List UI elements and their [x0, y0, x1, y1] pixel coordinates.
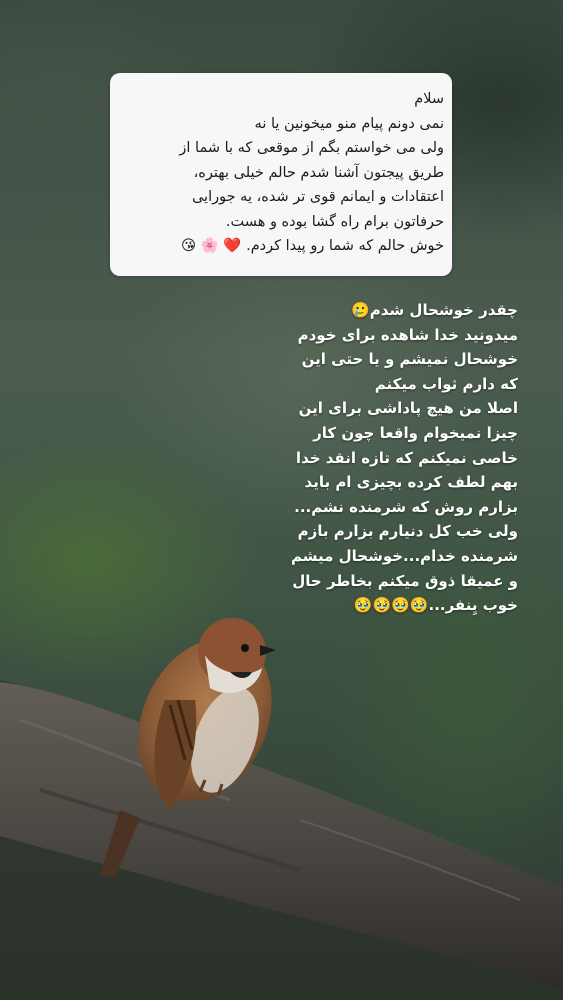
caption-line: بهم لطف کرده بچیزی ام باید — [304, 473, 518, 492]
card-text-line: اعتقادات و ایمانم قوی تر شده، یه جورایی — [191, 189, 444, 205]
caption-line: بزارم روش که شرمنده نشم... — [294, 497, 518, 516]
caption-line: خاصی نمیکنم که تازه انقد خدا — [295, 448, 518, 467]
card-text-line: حرفاتون برام راه گشا بوده و هست. — [225, 213, 444, 230]
caption-line: چیزا نمیخوام واقعا چون کار — [313, 423, 518, 442]
caption-line: اصلا من هیچ پاداشی برای این — [298, 399, 518, 418]
caption-line: میدونید خدا شاهده برای خودم — [297, 325, 518, 344]
card-text-line: خوش حالم که شما رو پیدا کردم. ❤️ 🌸 😘 — [181, 238, 444, 254]
card-text-line: نمی دونم پیام منو میخونین یا نه — [254, 115, 444, 132]
caption-line: ولی خب کل دنیارم بزارم بازم — [297, 522, 518, 541]
card-text-line: ولی می خواستم بگم از موقعی که با شما از — [179, 140, 444, 156]
caption-line: خوب یِنفر...🥹🥹🥹🥹 — [353, 596, 518, 615]
caption-line: و عمیقا ذوق میکنم بخاطر حال — [292, 571, 518, 590]
message-card: سلام نمی دونم پیام منو میخونین یا نه ولی… — [110, 73, 452, 276]
caption-line: که دارم ثواب میکنم — [374, 374, 518, 393]
caption-line: شرمنده خدام...خوشحال میشم — [290, 546, 518, 565]
card-text-line: طریق پیجتون آشنا شدم حالم خیلی بهتره، — [193, 164, 444, 181]
caption-overlay: چقدر خوشحال شدم🥲 میدونید خدا شاهده برای … — [252, 298, 518, 618]
card-text-line: سلام — [414, 91, 444, 107]
caption-line: چقدر خوشحال شدم🥲 — [351, 301, 518, 319]
caption-line: خوشحال نمیشم و یا حتی این — [301, 350, 518, 369]
